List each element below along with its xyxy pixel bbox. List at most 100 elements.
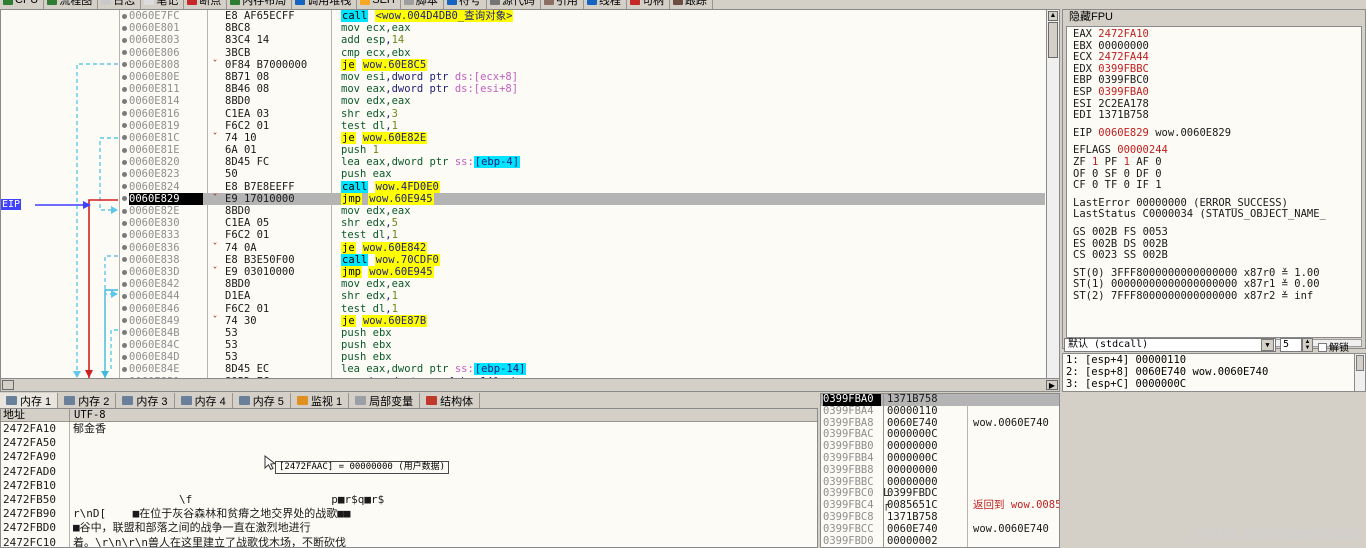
dump-tab-0[interactable]: 内存 1 [0,393,59,408]
flag-value[interactable]: 0 [1092,179,1098,191]
breakpoint-dot[interactable] [119,95,129,107]
argument-row[interactable]: 2: [esp+8] 0060E740 wow.0060E740 [1066,366,1365,378]
chevron-down-icon[interactable]: ▼ [1261,339,1274,351]
breakpoint-dot[interactable] [119,193,129,205]
dump-row[interactable]: 2472FB50 \f p■r$q■r$ [1,492,817,508]
breakpoint-dot[interactable] [119,242,129,254]
call-convention-select[interactable]: 默认 (stdcall) ▼ [1064,338,1276,352]
flag-value[interactable]: 0 [1124,168,1130,180]
instruction-row[interactable]: 0060E84B 53 push ebx [129,327,1045,339]
arg-value[interactable]: 0000000C [1129,378,1187,390]
instruction-row[interactable]: 0060E838 E8 B3E50F00 call wow.70CDF0 [129,253,1045,266]
toolbar-item-10[interactable]: 源代码 [487,0,541,9]
dump-data[interactable]: 郁金香 [73,422,815,436]
register-value[interactable]: 2472FA10 [1098,28,1149,40]
instruction-row[interactable]: 0060E80E 8B71 08 mov esi,dword ptr ds:[ecx… [129,71,1045,83]
instruction-row[interactable]: 0060E81C ˇ 74 10 je wow.60E82E [129,131,1045,144]
arguments-pane[interactable]: 1: [esp+4] 00000110 2: [esp+8] 0060E740 w… [1062,353,1366,392]
arg-value[interactable]: 0060E740 [1129,366,1187,378]
memory-dump-pane[interactable]: 地址 UTF-8 2472FA10 郁金香 2472FA50 2472FA90 2472… [0,408,818,548]
stack-value[interactable]: 00000002 [887,535,945,547]
stack-row[interactable]: 0399FBD0 00000002 [821,535,1059,547]
instruction-row[interactable]: 0060E836 ˇ 74 0A je wow.60E842 [129,241,1045,254]
dump-tab-strip[interactable]: 内存 1 内存 2 内存 3 内存 4 内存 5 监视 1 局部变量 结构体 [0,393,818,408]
register-value[interactable]: 00000244 [1117,144,1168,157]
dump-header-encoding[interactable]: UTF-8 [70,409,106,421]
breakpoint-dot[interactable] [119,22,129,34]
value[interactable]: 00000000 [1136,197,1193,209]
dump-row[interactable]: 2472FB10 [1,478,817,493]
breakpoint-dot[interactable] [119,108,129,120]
register-eip[interactable]: EIP 0060E829 wow.0060E829 [1073,127,1361,140]
toolbar-item-1[interactable]: 流程图 [44,0,99,9]
argument-row[interactable]: 4: [esp+10] 00000000 [1066,390,1365,391]
toolbar-item-14[interactable]: 跟踪 [670,0,713,9]
dump-tab-5[interactable]: 监视 1 [291,393,350,408]
breakpoint-dot[interactable] [119,168,129,180]
flag-value[interactable]: 0 [1124,179,1130,191]
segment-row[interactable]: CS 0023 SS 002B [1073,249,1361,262]
checkbox-box[interactable] [1318,343,1327,352]
stack-row[interactable]: 0399FBCC 0060E740 wow.0060E740 [821,523,1059,536]
instruction-row[interactable]: 0060E801 8BC8 mov ecx,eax [129,22,1045,34]
breakpoint-dot[interactable] [119,254,129,266]
breakpoint-dot[interactable] [119,315,129,327]
dump-row[interactable]: 2472FA50 [1,436,817,451]
scroll-up-arrow[interactable]: ▲ [1048,11,1058,21]
breakpoint-dot[interactable] [119,327,129,339]
dump-data[interactable]: r\nD[ ■在位于灰谷森林和贫瘠之地交界处的战歌■■ [73,507,815,521]
toolbar-item-7[interactable]: SEH [357,0,401,9]
breakpoint-dot[interactable] [119,144,129,156]
instruction-row[interactable]: 0060E7FC E8 AF65ECFF call <wow.004D4DB0_查询… [129,10,1045,22]
stack-row[interactable]: 0399FBB8 00000000 [821,464,1059,477]
breakpoint-dot[interactable] [119,71,129,83]
flag-value[interactable]: 0 [1092,168,1098,180]
instruction-row[interactable]: 0060E819 F6C2 01 test dl,1 [129,120,1045,132]
stack-pane[interactable]: 0399FBA0 1371B758 0399FBA4 00000110 0399FBA8… [820,393,1060,548]
stack-value[interactable]: 00000110 [887,405,945,418]
arg-count-input[interactable]: 5 [1280,338,1302,352]
instruction-row[interactable]: 0060E842 8BD0 mov edx,eax [129,278,1045,290]
flag-value[interactable]: 0 [1155,156,1161,168]
toolbar-item-9[interactable]: 符号 [444,0,487,9]
toolbar-item-5[interactable]: 内存布局 [227,0,293,9]
segment-value[interactable]: 0053 [1143,226,1168,238]
hide-fpu-button[interactable]: 隐藏FPU [1063,10,1365,24]
fpu-hex[interactable]: 7FFF8000000000000000 [1111,290,1237,302]
register-value[interactable]: 2C2EA178 [1098,98,1149,110]
stack-row[interactable]: 0399FBB4 0000000C [821,452,1059,465]
breakpoint-dot[interactable] [119,339,129,351]
toolbar-item-0[interactable]: CPU [0,0,45,9]
instruction-row[interactable]: 0060E816 C1EA 03 shr edx,3 [129,108,1045,120]
dump-data[interactable]: \f p■r$q■r$ [73,493,815,507]
segment-value[interactable]: 0023 [1092,249,1117,261]
toolbar-item-8[interactable]: 脚本 [401,0,444,9]
arg-value[interactable]: 00000000 [1136,390,1193,391]
stack-value[interactable]: 0060E740 [887,523,945,536]
instruction-row[interactable]: 0060E833 F6C2 01 test dl,1 [129,229,1045,241]
register-value[interactable]: 0060E829 [1098,127,1149,139]
breakpoint-dot[interactable] [119,351,129,363]
args-vertical-scrollbar[interactable] [1354,354,1365,391]
dump-row[interactable]: 2472FC10 着。\r\n\r\n兽人在这里建立了战歌伐木场，不断砍伐 [1,535,817,547]
toolbar-item-13[interactable]: 句柄 [627,0,670,9]
fpu-x87r2[interactable]: ST(2) 7FFF8000000000000000 x87r2 ≚ inf [1073,290,1361,303]
instruction-row[interactable]: 0060E846 F6C2 01 test dl,1 [129,303,1045,315]
value[interactable]: C0000034 [1143,208,1200,221]
breakpoint-dot[interactable] [119,120,129,132]
stack-row[interactable]: 0399FBC8 1371B758 [821,511,1059,524]
dump-tab-4[interactable]: 内存 5 [233,393,291,408]
registers-list[interactable]: EAX 2472FA10 EBX 00000000 ECX 2472FA44 EDX … [1066,26,1362,338]
call-convention-bar[interactable]: 默认 (stdcall) ▼ 5 ▲ ▼ 解锁 [1062,337,1366,354]
dump-header-address[interactable]: 地址 [1,409,70,421]
instruction-row[interactable]: 0060E83D ˇ E9 03010000 jmp wow.60E945 [129,265,1045,278]
stack-value[interactable]: 00000000 [887,464,945,477]
instruction-row[interactable]: 0060E82E 8BD0 mov edx,eax [129,205,1045,217]
register-value[interactable]: 0399FBA0 [1098,86,1149,98]
dump-row[interactable]: 2472FA10 郁金香 [1,422,817,437]
instruction-row[interactable]: 0060E84C 53 push ebx [129,339,1045,351]
stack-row[interactable]: 0399FBA4 00000110 [821,405,1059,418]
breakpoint-dot[interactable] [119,59,129,71]
argument-row[interactable]: 1: [esp+4] 00000110 [1066,354,1365,366]
breakpoint-dot[interactable] [119,205,129,217]
